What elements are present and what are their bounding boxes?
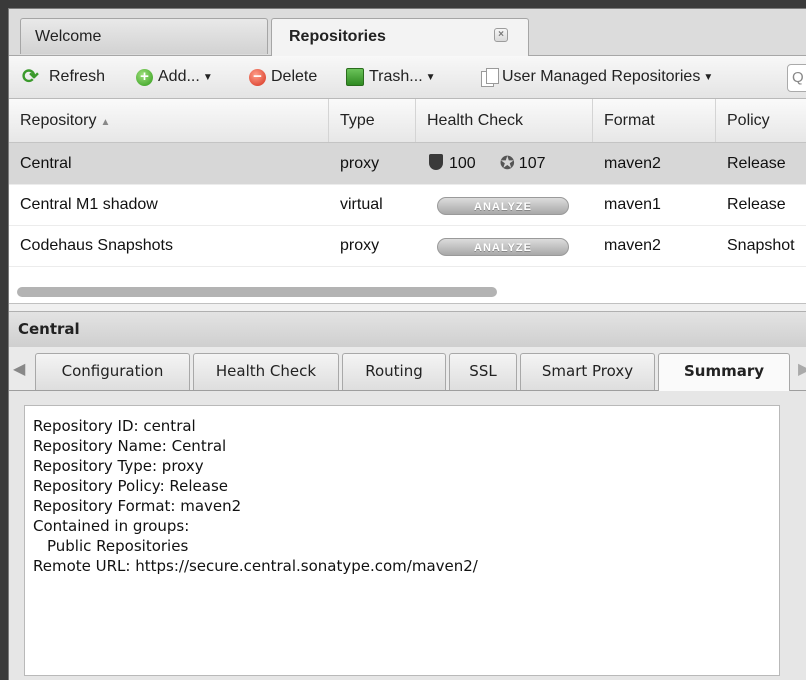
grid-header: Repository ▲ Type Health Check Format Pol… [9,99,806,143]
tab-label: Configuration [61,362,164,380]
tab-repositories-label: Repositories [289,28,386,45]
table-row[interactable]: Central M1 shadow virtual ANALYZE maven1… [9,184,806,226]
user-managed-label: User Managed Repositories [502,68,701,85]
tab-welcome-label: Welcome [35,28,102,45]
refresh-label: Refresh [49,68,106,85]
tab-label: Summary [683,362,765,380]
search-icon: Q [792,69,804,86]
repository-name-cell: Central M1 shadow [20,196,158,213]
horizontal-scrollbar[interactable] [9,283,806,304]
format-cell: maven2 [604,155,661,172]
type-cell: virtual [340,196,383,213]
refresh-icon: ⟳ [22,66,39,88]
security-count: 100 [449,155,476,172]
add-icon: + [136,68,153,86]
scrollbar-thumb[interactable] [17,287,497,297]
delete-button[interactable]: − Delete [249,66,317,88]
detail-panel-header: Central [9,311,806,348]
health-check-cell: ANALYZE [427,225,597,266]
repository-manager-window: Welcome Repositories × ⟳ Refresh + Add..… [8,8,806,680]
health-check-cell: ANALYZE [427,184,597,225]
summary-line: Remote URL: https://secure.central.sonat… [33,557,478,575]
tab-label: Health Check [215,362,317,380]
column-header-repository[interactable]: Repository ▲ [9,99,329,142]
column-header-label: Format [604,112,655,129]
repository-name-cell: Central [20,155,72,172]
chevron-down-icon: ▼ [425,71,436,83]
shield-icon [429,154,443,170]
delete-label: Delete [271,68,318,85]
user-managed-repositories-button[interactable]: User Managed Repositories ▼ [481,66,713,88]
search-input[interactable]: Q [787,64,806,92]
chevron-down-icon: ▼ [202,71,213,83]
summary-panel: Repository ID: central Repository Name: … [9,391,806,680]
summary-line: Repository Name: Central [33,437,227,455]
detail-title: Central [18,320,80,338]
summary-line: Repository Type: proxy [33,457,204,475]
tab-summary[interactable]: Summary [658,353,790,391]
close-icon[interactable]: × [494,28,508,42]
column-header-type[interactable]: Type [329,99,416,142]
scroll-left-icon[interactable]: ◀ [13,359,25,378]
documents-icon [481,68,499,87]
repository-grid: Central proxy 100 ✪ 107 maven2 Release Cen… [9,143,806,283]
format-cell: maven1 [604,196,661,213]
table-row[interactable]: Codehaus Snapshots proxy ANALYZE maven2 … [9,225,806,267]
trash-label: Trash... [369,68,423,85]
tab-label: Smart Proxy [541,362,634,380]
scroll-right-icon[interactable]: ▶ [798,359,806,378]
refresh-button[interactable]: ⟳ Refresh [22,66,105,88]
summary-line: Repository Policy: Release [33,477,229,495]
policy-cell: Release [727,155,786,172]
column-header-label: Policy [727,112,770,129]
chevron-down-icon: ▼ [703,71,714,83]
column-header-health-check[interactable]: Health Check [416,99,593,142]
repository-name-cell: Codehaus Snapshots [20,237,173,254]
column-header-policy[interactable]: Policy [716,99,806,142]
tab-repositories[interactable]: Repositories × [271,18,529,56]
group-link[interactable]: Public Repositories [33,536,771,556]
column-header-label: Repository [20,112,97,129]
add-button[interactable]: + Add... ▼ [136,66,213,88]
analyze-button[interactable]: ANALYZE [437,197,569,215]
type-cell: proxy [340,155,380,172]
sort-ascending-icon: ▲ [100,117,111,128]
summary-line: Contained in groups: [33,517,190,535]
tab-health-check[interactable]: Health Check [193,353,339,390]
policy-cell: Release [727,196,786,213]
column-header-label: Health Check [427,112,524,129]
trash-icon [346,68,364,86]
delete-icon: − [249,68,266,86]
tab-strip: Welcome Repositories × [9,9,806,56]
add-label: Add... [158,68,200,85]
analyze-button[interactable]: ANALYZE [437,238,569,256]
toolbar: ⟳ Refresh + Add... ▼ − Delete Trash... ▼… [9,56,806,99]
policy-cell: Snapshot [727,237,795,254]
type-cell: proxy [340,237,380,254]
summary-line: Repository ID: central [33,417,196,435]
tab-routing[interactable]: Routing [342,353,446,390]
license-count: 107 [518,155,546,172]
detail-tab-strip: ◀ Configuration Health Check Routing SSL… [9,347,806,391]
table-row[interactable]: Central proxy 100 ✪ 107 maven2 Release [9,143,806,185]
tab-ssl[interactable]: SSL [449,353,517,390]
format-cell: maven2 [604,237,661,254]
tab-smart-proxy[interactable]: Smart Proxy [520,353,655,390]
trash-button[interactable]: Trash... ▼ [346,66,436,88]
health-check-cell: 100 ✪ 107 [427,143,597,184]
tab-configuration[interactable]: Configuration [35,353,190,390]
award-icon: ✪ [499,153,515,173]
tab-label: SSL [469,362,497,380]
summary-text-box: Repository ID: central Repository Name: … [24,405,780,676]
tab-welcome[interactable]: Welcome [20,18,268,54]
tab-label: Routing [365,362,423,380]
summary-line: Repository Format: maven2 [33,497,242,515]
column-header-label: Type [340,112,375,129]
column-header-format[interactable]: Format [593,99,716,142]
